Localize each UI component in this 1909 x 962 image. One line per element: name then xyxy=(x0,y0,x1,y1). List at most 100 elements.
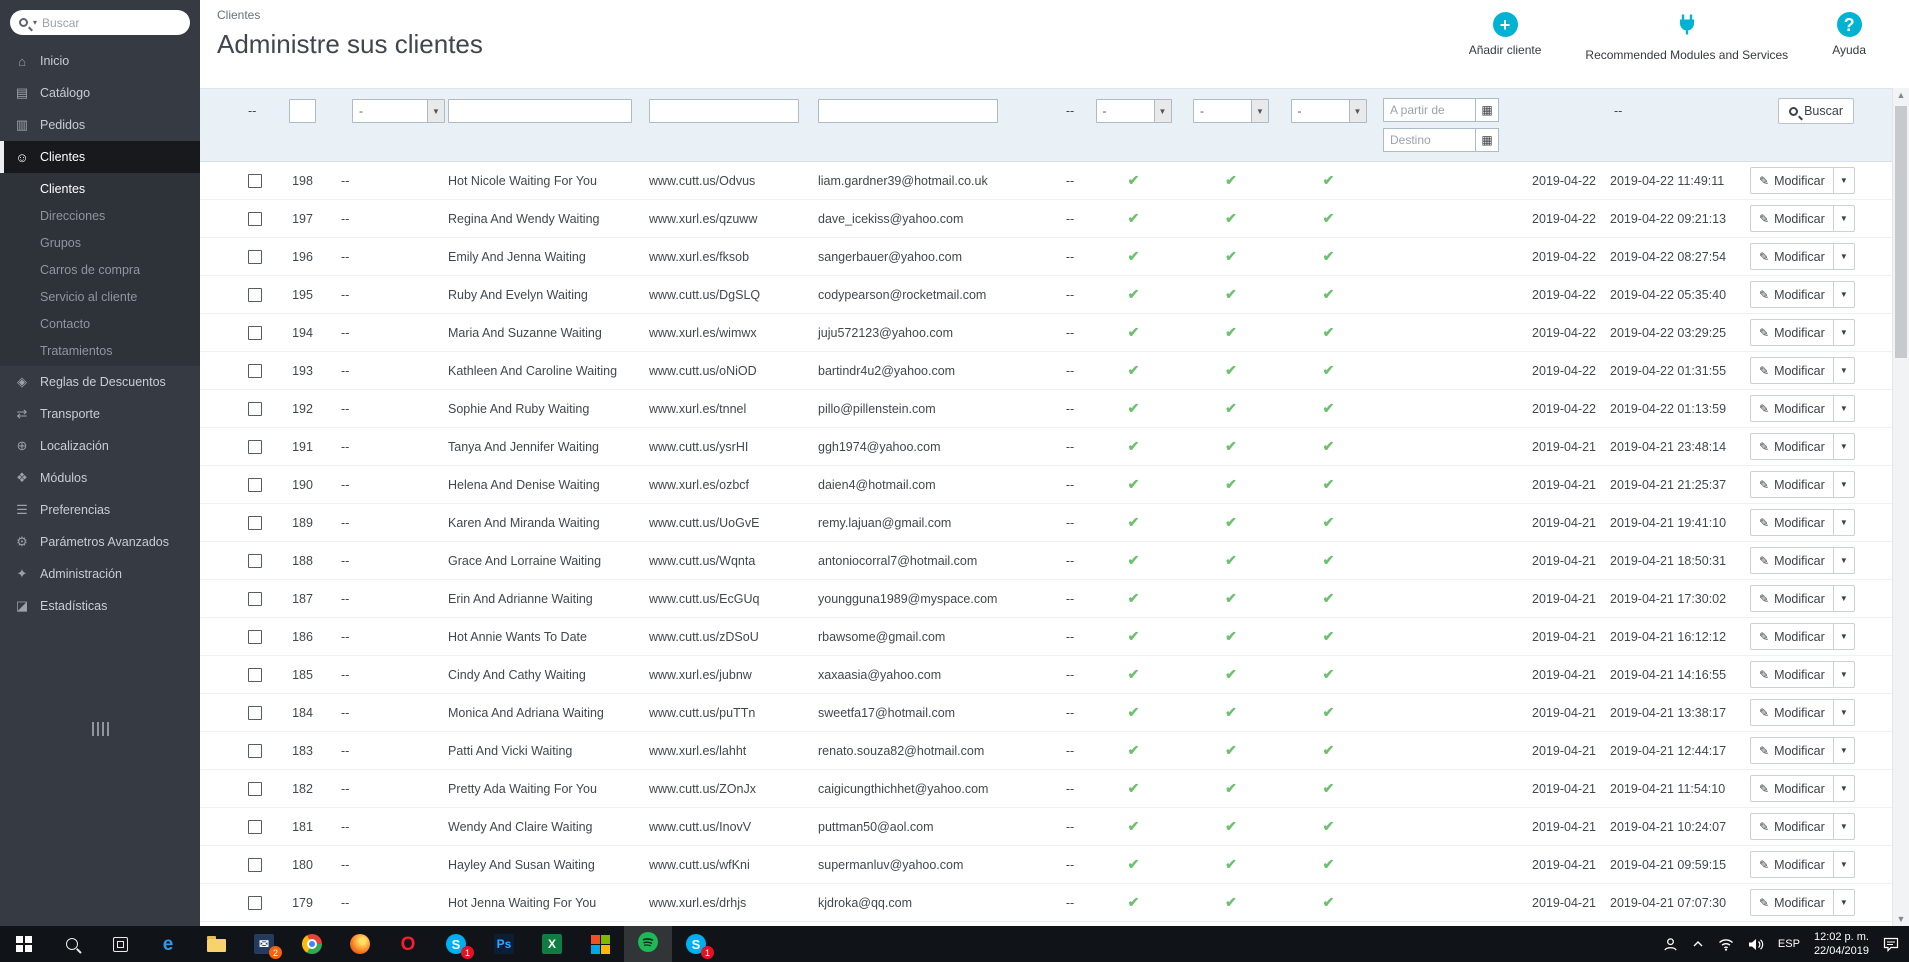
optin-check-icon[interactable]: ✔ xyxy=(1323,400,1335,417)
row-checkbox[interactable] xyxy=(248,211,262,226)
sidebar-item-preferencias[interactable]: ☰ Preferencias xyxy=(0,494,200,526)
newsletter-check-icon[interactable]: ✔ xyxy=(1225,552,1237,569)
caret-down-icon[interactable]: ▼ xyxy=(1834,328,1854,337)
optin-check-icon[interactable]: ✔ xyxy=(1323,438,1335,455)
mail-taskbar-button[interactable]: ✉ 2 xyxy=(240,926,288,962)
enabled-check-icon[interactable]: ✔ xyxy=(1128,818,1140,835)
taskbar-search-taskbar-button[interactable] xyxy=(48,926,96,962)
optin-check-icon[interactable]: ✔ xyxy=(1323,514,1335,531)
calendar-icon[interactable]: ▦ xyxy=(1475,128,1499,152)
modify-button[interactable]: ✎ Modificar ▼ xyxy=(1750,433,1855,460)
sidebar-item-reglas-de-descuentos[interactable]: ◈ Reglas de Descuentos xyxy=(0,366,200,398)
sidebar-item-cata-logo[interactable]: ▤ Catálogo xyxy=(0,77,200,109)
optin-check-icon[interactable]: ✔ xyxy=(1323,780,1335,797)
sidebar-subitem-tratamientos[interactable]: Tratamientos xyxy=(0,337,200,364)
caret-down-icon[interactable]: ▼ xyxy=(1834,746,1854,755)
newsletter-check-icon[interactable]: ✔ xyxy=(1225,362,1237,379)
row-checkbox[interactable] xyxy=(248,553,262,568)
newsletter-check-icon[interactable]: ✔ xyxy=(1225,590,1237,607)
modify-button[interactable]: ✎ Modificar ▼ xyxy=(1750,737,1855,764)
row-checkbox[interactable] xyxy=(248,287,262,302)
caret-down-icon[interactable]: ▼ xyxy=(1834,214,1854,223)
optin-check-icon[interactable]: ✔ xyxy=(1323,324,1335,341)
people-icon[interactable] xyxy=(1663,937,1678,952)
row-checkbox[interactable] xyxy=(248,781,262,796)
row-checkbox[interactable] xyxy=(248,895,262,910)
caret-down-icon[interactable]: ▼ xyxy=(1834,822,1854,831)
optin-check-icon[interactable]: ✔ xyxy=(1323,856,1335,873)
row-checkbox[interactable] xyxy=(248,249,262,264)
caret-down-icon[interactable]: ▼ xyxy=(1834,366,1854,375)
caret-down-icon[interactable]: ▼ xyxy=(1834,480,1854,489)
newsletter-check-icon[interactable]: ✔ xyxy=(1225,666,1237,683)
sidebar-item-mo-dulos[interactable]: ❖ Módulos xyxy=(0,462,200,494)
modify-button[interactable]: ✎ Modificar ▼ xyxy=(1750,395,1855,422)
opera-taskbar-button[interactable]: O xyxy=(384,926,432,962)
file-explorer-taskbar-button[interactable] xyxy=(192,926,240,962)
optin-check-icon[interactable]: ✔ xyxy=(1323,286,1335,303)
row-checkbox[interactable] xyxy=(248,667,262,682)
action-center-icon[interactable] xyxy=(1883,937,1899,952)
newsletter-check-icon[interactable]: ✔ xyxy=(1225,780,1237,797)
newsletter-check-icon[interactable]: ✔ xyxy=(1225,742,1237,759)
optin-check-icon[interactable]: ✔ xyxy=(1323,818,1335,835)
filter-url-input[interactable] xyxy=(649,99,799,123)
enabled-check-icon[interactable]: ✔ xyxy=(1128,628,1140,645)
modify-button[interactable]: ✎ Modificar ▼ xyxy=(1750,281,1855,308)
firefox-taskbar-button[interactable] xyxy=(336,926,384,962)
enabled-check-icon[interactable]: ✔ xyxy=(1128,894,1140,911)
enabled-check-icon[interactable]: ✔ xyxy=(1128,438,1140,455)
spotify-taskbar-button[interactable] xyxy=(624,926,672,962)
newsletter-check-icon[interactable]: ✔ xyxy=(1225,818,1237,835)
sidebar-subitem-carros-de-compra[interactable]: Carros de compra xyxy=(0,256,200,283)
chevron-down-icon[interactable]: ▾ xyxy=(33,18,37,27)
caret-down-icon[interactable]: ▼ xyxy=(1834,670,1854,679)
optin-check-icon[interactable]: ✔ xyxy=(1323,666,1335,683)
enabled-check-icon[interactable]: ✔ xyxy=(1128,514,1140,531)
scroll-up-icon[interactable]: ▲ xyxy=(1893,90,1909,100)
optin-check-icon[interactable]: ✔ xyxy=(1323,552,1335,569)
newsletter-check-icon[interactable]: ✔ xyxy=(1225,438,1237,455)
calendar-icon[interactable]: ▦ xyxy=(1475,98,1499,122)
row-checkbox[interactable] xyxy=(248,705,262,720)
sidebar-item-administracio-n[interactable]: ✦ Administración xyxy=(0,558,200,590)
optin-check-icon[interactable]: ✔ xyxy=(1323,894,1335,911)
newsletter-check-icon[interactable]: ✔ xyxy=(1225,324,1237,341)
skype-taskbar-button[interactable]: S1 xyxy=(432,926,480,962)
modify-button[interactable]: ✎ Modificar ▼ xyxy=(1750,319,1855,346)
volume-icon[interactable] xyxy=(1748,938,1764,951)
row-checkbox[interactable] xyxy=(248,857,262,872)
caret-down-icon[interactable]: ▼ xyxy=(1834,252,1854,261)
sidebar-subitem-grupos[interactable]: Grupos xyxy=(0,229,200,256)
sidebar-subitem-direcciones[interactable]: Direcciones xyxy=(0,202,200,229)
task-view-taskbar-button[interactable] xyxy=(96,926,144,962)
sidebar-item-pedidos[interactable]: ▥ Pedidos xyxy=(0,109,200,141)
newsletter-check-icon[interactable]: ✔ xyxy=(1225,856,1237,873)
caret-down-icon[interactable]: ▼ xyxy=(1834,176,1854,185)
filter-name-input[interactable] xyxy=(448,99,632,123)
caret-down-icon[interactable]: ▼ xyxy=(1834,290,1854,299)
modify-button[interactable]: ✎ Modificar ▼ xyxy=(1750,509,1855,536)
row-checkbox[interactable] xyxy=(248,173,262,188)
sidebar-item-estadi-sticas[interactable]: ◪ Estadísticas xyxy=(0,590,200,622)
filter-date-from-input[interactable] xyxy=(1383,98,1475,122)
enabled-check-icon[interactable]: ✔ xyxy=(1128,742,1140,759)
start-taskbar-button[interactable] xyxy=(0,926,48,962)
caret-down-icon[interactable]: ▼ xyxy=(1834,594,1854,603)
caret-down-icon[interactable]: ▼ xyxy=(1834,518,1854,527)
caret-down-icon[interactable]: ▼ xyxy=(1834,404,1854,413)
row-checkbox[interactable] xyxy=(248,515,262,530)
modify-button[interactable]: ✎ Modificar ▼ xyxy=(1750,775,1855,802)
caret-down-icon[interactable]: ▼ xyxy=(1834,898,1854,907)
modify-button[interactable]: ✎ Modificar ▼ xyxy=(1750,623,1855,650)
optin-check-icon[interactable]: ✔ xyxy=(1323,210,1335,227)
modify-button[interactable]: ✎ Modificar ▼ xyxy=(1750,471,1855,498)
row-checkbox[interactable] xyxy=(248,819,262,834)
row-checkbox[interactable] xyxy=(248,629,262,644)
modify-button[interactable]: ✎ Modificar ▼ xyxy=(1750,167,1855,194)
newsletter-check-icon[interactable]: ✔ xyxy=(1225,704,1237,721)
enabled-check-icon[interactable]: ✔ xyxy=(1128,248,1140,265)
row-checkbox[interactable] xyxy=(248,439,262,454)
optin-check-icon[interactable]: ✔ xyxy=(1323,476,1335,493)
vertical-scrollbar[interactable]: ▲ ▼ xyxy=(1892,88,1909,926)
